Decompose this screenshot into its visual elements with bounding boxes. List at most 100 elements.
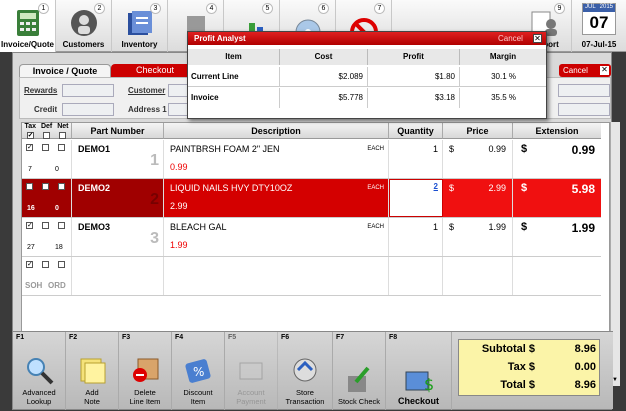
part-cell: DEMO2 2 [72, 179, 164, 217]
tax-checkbox[interactable] [26, 183, 33, 190]
tax-all-checkbox[interactable] [26, 132, 34, 139]
net-checkbox[interactable] [58, 222, 65, 229]
tax-checkbox[interactable] [26, 222, 33, 229]
cancel-button[interactable]: Cancel ✕ [559, 64, 611, 77]
magnifier-icon [22, 355, 56, 385]
cancel-label: Cancel [563, 66, 588, 75]
shortcut-number: 4 [206, 3, 217, 14]
invoice-quote-button[interactable]: 1 Invoice/Quote [0, 0, 56, 52]
total-label: Total $ [500, 379, 535, 391]
flags-cell: 16 0 [22, 179, 72, 217]
net-checkbox[interactable] [58, 144, 65, 151]
extension-cell: $0.99 [513, 140, 601, 178]
net-checkbox[interactable] [58, 183, 65, 190]
currency-symbol: $ [521, 221, 528, 233]
unit-price-text: 2.99 [170, 201, 188, 211]
price-cell[interactable]: $2.99 [443, 179, 513, 217]
price-cell[interactable]: $1.99 [443, 218, 513, 256]
tax-checkbox[interactable] [26, 261, 33, 268]
function-key-label: F7 [336, 334, 345, 341]
tab-checkout[interactable]: Checkout [111, 64, 199, 77]
unit-price-text: 0.99 [170, 162, 188, 172]
flags-cell: 7 0 [22, 140, 72, 178]
description-text: PAINTBRSH FOAM 2" JEN [170, 144, 280, 154]
dialog-title: Profit Analyst [194, 34, 246, 43]
address-field[interactable] [168, 103, 188, 116]
subtotal-label: Subtotal $ [481, 343, 535, 355]
advanced-lookup-button[interactable]: F1 Advanced Lookup [13, 332, 66, 410]
price-cell[interactable]: $0.99 [443, 140, 513, 178]
table-row-empty[interactable]: SOH ORD [22, 257, 601, 296]
account-payment-button[interactable]: F5 Account Payment [225, 332, 278, 410]
checkout-button[interactable]: F8 $ Checkout [386, 332, 452, 410]
dialog-row-invoice: Invoice $5.778 $3.18 35.5 % [188, 88, 546, 108]
part-cell[interactable] [72, 257, 164, 295]
tab-invoice-quote[interactable]: Invoice / Quote [19, 64, 111, 77]
delete-line-item-button[interactable]: F3 Delete Line Item [119, 332, 172, 410]
subtotal-row: Subtotal $ 8.96 [459, 343, 601, 359]
def-checkbox[interactable] [42, 183, 49, 190]
net-all-checkbox[interactable] [59, 132, 67, 139]
customers-button[interactable]: 2 Customers [56, 0, 112, 52]
item-name: Current Line [188, 67, 280, 86]
credit-field[interactable] [62, 103, 114, 116]
table-row-selected[interactable]: 16 0 DEMO2 2 LIQUID NAILS HVY DTY10OZ EA… [22, 179, 601, 218]
store-transaction-icon [288, 355, 322, 385]
tax-header: Tax [24, 123, 37, 130]
margin-header: Margin [489, 52, 517, 61]
flags-cell: 27 18 [22, 218, 72, 256]
totals-panel: Subtotal $ 8.96 Tax $ 0.00 Total $ 8.96 [458, 339, 600, 396]
function-key-label: F2 [69, 334, 78, 341]
quantity-cell[interactable]: 1 [389, 218, 443, 256]
dialog-cancel-button[interactable]: Cancel [498, 34, 523, 43]
store-transaction-button[interactable]: F6 Store Transaction [278, 332, 333, 410]
description-text: BLEACH GAL [170, 222, 227, 232]
close-icon[interactable]: ✕ [533, 34, 542, 43]
ord-value: 0 [55, 166, 59, 173]
discount-item-button[interactable]: F4% Discount Item [172, 332, 225, 410]
def-checkbox[interactable] [42, 222, 49, 229]
right-field-1[interactable] [558, 84, 610, 97]
net-checkbox[interactable] [58, 261, 65, 268]
address-label: Address 1 [128, 105, 167, 114]
def-header: Def [40, 123, 53, 130]
part-number: DEMO3 [78, 222, 111, 232]
inventory-button[interactable]: 3 Inventory [112, 0, 168, 52]
soh-label: SOH [25, 281, 43, 290]
quantity-cell[interactable] [389, 257, 443, 295]
part-number-header: Part Number [72, 123, 164, 139]
item-header: Item [188, 49, 280, 65]
svg-text:$: $ [424, 375, 434, 394]
description-cell: LIQUID NAILS HVY DTY10OZ EACH 2.99 [164, 179, 389, 217]
customer-field[interactable] [168, 84, 188, 97]
line-number: 2 [150, 191, 159, 208]
shortcut-number: 5 [262, 3, 273, 14]
quantity-cell[interactable]: 1 [389, 140, 443, 178]
currency-symbol: $ [449, 222, 455, 232]
def-checkbox[interactable] [42, 261, 49, 268]
scroll-down-icon[interactable]: ▼ [612, 377, 619, 384]
stock-check-button[interactable]: F7 Stock Check [333, 332, 386, 410]
table-row[interactable]: 7 0 DEMO1 1 PAINTBRSH FOAM 2" JEN EACH 0… [22, 140, 601, 179]
quantity-input[interactable]: 2 [389, 179, 443, 217]
date-display[interactable]: JUL 2015 07 07-Jul-15 [578, 3, 620, 51]
margin-value: 35.5 % [491, 93, 516, 102]
def-all-checkbox[interactable] [42, 132, 50, 139]
def-checkbox[interactable] [42, 144, 49, 151]
price-cell[interactable] [443, 257, 513, 295]
date-label: 07-Jul-15 [581, 40, 617, 49]
part-number: DEMO2 [78, 183, 111, 193]
store-transaction-label: Store Transaction [285, 388, 325, 406]
rewards-field[interactable] [62, 84, 114, 97]
extension-cell: $5.98 [513, 179, 601, 217]
function-key-label: F8 [389, 334, 398, 341]
tax-checkbox[interactable] [26, 144, 33, 151]
description-header: Description [164, 123, 389, 139]
description-cell: PAINTBRSH FOAM 2" JEN EACH 0.99 [164, 140, 389, 178]
ord-label: ORD [48, 281, 66, 290]
right-field-2[interactable] [558, 103, 610, 116]
table-row[interactable]: 27 18 DEMO3 3 BLEACH GAL EACH 1.99 1 $1.… [22, 218, 601, 257]
customers-label: Customers [62, 40, 105, 49]
inventory-label: Inventory [121, 40, 158, 49]
add-note-button[interactable]: F2 Add Note [66, 332, 119, 410]
